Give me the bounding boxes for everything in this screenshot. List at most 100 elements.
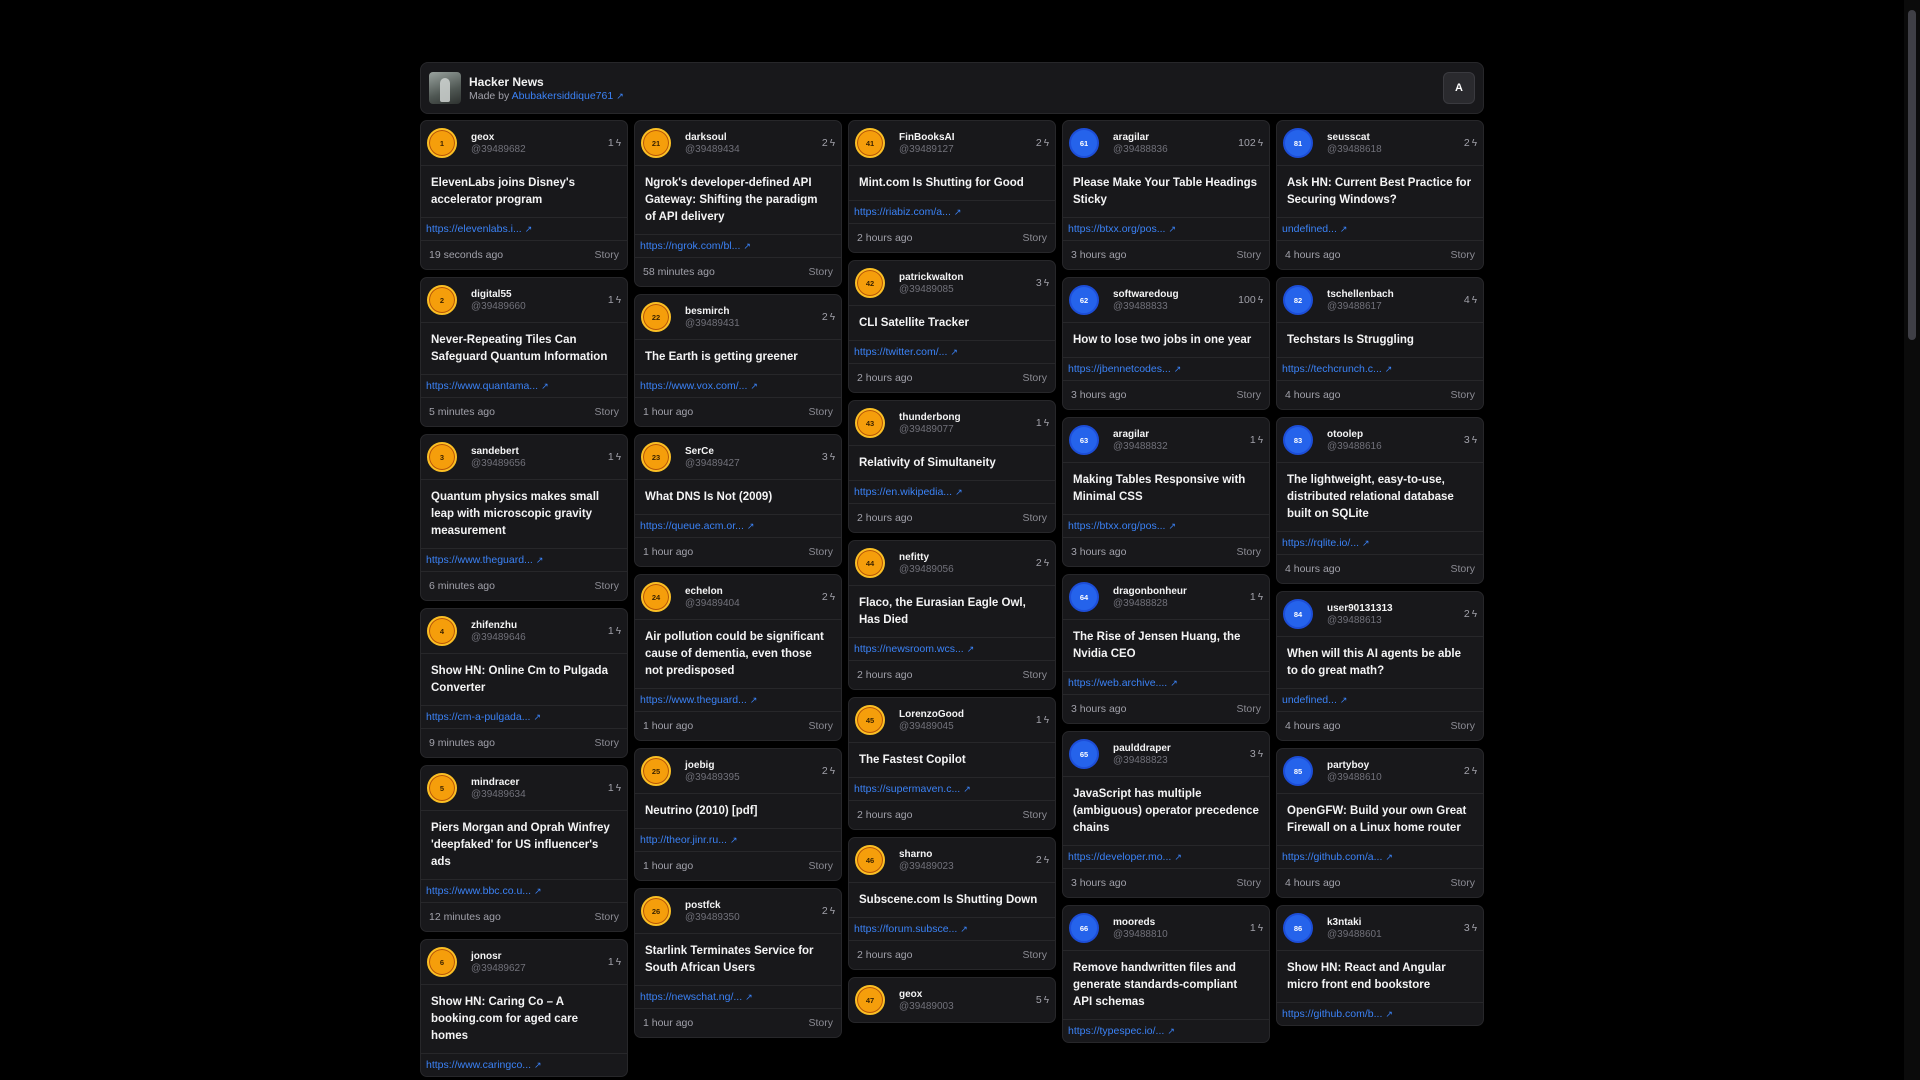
story-link-text[interactable]: https://queue.acm.or... xyxy=(640,520,744,532)
author-name[interactable]: joebig xyxy=(685,760,822,771)
story-link-text[interactable]: https://forum.subsce... xyxy=(854,923,957,935)
story-card[interactable]: 84 user90131313 @39488613 2 ϟ When will this … xyxy=(1276,591,1484,741)
story-card[interactable]: 65 paulddraper @39488823 3 ϟ JavaScript has m… xyxy=(1062,731,1270,898)
story-link[interactable]: https://ngrok.com/bl... ↗ xyxy=(635,234,841,257)
story-title[interactable]: The Earth is getting greener xyxy=(635,339,841,374)
story-card[interactable]: 86 k3ntaki @39488601 3 ϟ Show HN: React and A… xyxy=(1276,905,1484,1026)
author-name[interactable]: sandebert xyxy=(471,446,608,457)
story-title[interactable]: Making Tables Responsive with Minimal CS… xyxy=(1063,462,1269,514)
story-title[interactable]: When will this AI agents be able to do g… xyxy=(1277,636,1483,688)
story-title[interactable]: The lightweight, easy-to-use, distribute… xyxy=(1277,462,1483,531)
author-link[interactable]: Abubakersiddique761 xyxy=(512,90,614,102)
story-title[interactable]: Techstars Is Struggling xyxy=(1277,322,1483,357)
story-link-text[interactable]: https://btxx.org/pos... xyxy=(1068,223,1165,235)
author-name[interactable]: nefitty xyxy=(899,552,1036,563)
story-link[interactable]: https://www.quantama... ↗ xyxy=(421,374,627,397)
story-card[interactable]: 44 nefitty @39489056 2 ϟ Flaco, the Eurasian … xyxy=(848,540,1056,690)
author-name[interactable]: LorenzoGood xyxy=(899,709,1036,720)
story-link[interactable]: https://github.com/a... ↗ xyxy=(1277,845,1483,868)
story-link[interactable]: https://cm-a-pulgada... ↗ xyxy=(421,705,627,728)
story-link-text[interactable]: https://github.com/a... xyxy=(1282,851,1382,863)
author-name[interactable]: aragilar xyxy=(1113,132,1238,143)
story-link-text[interactable]: https://newschat.ng/... xyxy=(640,991,742,1003)
story-link-text[interactable]: https://typespec.io/... xyxy=(1068,1025,1164,1037)
story-link[interactable]: https://en.wikipedia... ↗ xyxy=(849,480,1055,503)
story-link[interactable]: undefined... ↗ xyxy=(1277,217,1483,240)
story-link[interactable]: https://www.caringco... ↗ xyxy=(421,1053,627,1076)
author-name[interactable]: zhifenzhu xyxy=(471,620,608,631)
author-name[interactable]: echelon xyxy=(685,586,822,597)
author-name[interactable]: geox xyxy=(899,989,1036,1000)
story-card[interactable]: 4 zhifenzhu @39489646 1 ϟ Show HN: Online Cm … xyxy=(420,608,628,758)
story-title[interactable]: Air pollution could be significant cause… xyxy=(635,619,841,688)
story-link-text[interactable]: https://www.bbc.co.u... xyxy=(426,885,531,897)
story-link-text[interactable]: https://btxx.org/pos... xyxy=(1068,520,1165,532)
story-title[interactable]: Show HN: Caring Co – A booking.com for a… xyxy=(421,984,627,1053)
story-card[interactable]: 64 dragonbonheur @39488828 1 ϟ The Rise of Je… xyxy=(1062,574,1270,724)
story-link-text[interactable]: https://www.quantama... xyxy=(426,380,538,392)
story-link[interactable]: https://www.theguard... ↗ xyxy=(421,548,627,571)
story-link-text[interactable]: http://theor.jinr.ru... xyxy=(640,834,727,846)
story-link-text[interactable]: https://rqlite.io/... xyxy=(1282,537,1359,549)
story-title[interactable]: ElevenLabs joins Disney's accelerator pr… xyxy=(421,165,627,217)
story-link[interactable]: https://web.archive.... ↗ xyxy=(1063,671,1269,694)
story-link-text[interactable]: undefined... xyxy=(1282,223,1337,235)
story-title[interactable]: How to lose two jobs in one year xyxy=(1063,322,1269,357)
story-title[interactable]: The Fastest Copilot xyxy=(849,742,1055,777)
author-name[interactable]: SerCe xyxy=(685,446,822,457)
story-card[interactable]: 5 mindracer @39489634 1 ϟ Piers Morgan and Op… xyxy=(420,765,628,932)
story-link[interactable]: http://theor.jinr.ru... ↗ xyxy=(635,828,841,851)
author-name[interactable]: darksoul xyxy=(685,132,822,143)
author-name[interactable]: digital55 xyxy=(471,289,608,300)
story-card[interactable]: 21 darksoul @39489434 2 ϟ Ngrok's developer-d… xyxy=(634,120,842,287)
story-card[interactable]: 82 tschellenbach @39488617 4 ϟ Techstars Is S… xyxy=(1276,277,1484,410)
story-card[interactable]: 6 jonosr @39489627 1 ϟ Show HN: Caring Co – A… xyxy=(420,939,628,1077)
story-link[interactable]: https://www.theguard... ↗ xyxy=(635,688,841,711)
story-card[interactable]: 3 sandebert @39489656 1 ϟ Quantum physics mak… xyxy=(420,434,628,601)
author-name[interactable]: dragonbonheur xyxy=(1113,586,1250,597)
author-name[interactable]: FinBooksAI xyxy=(899,132,1036,143)
story-link-text[interactable]: https://twitter.com/... xyxy=(854,346,947,358)
story-link-text[interactable]: https://www.vox.com/... xyxy=(640,380,747,392)
story-link[interactable]: undefined... ↗ xyxy=(1277,688,1483,711)
story-title[interactable]: Neutrino (2010) [pdf] xyxy=(635,793,841,828)
story-title[interactable]: Please Make Your Table Headings Sticky xyxy=(1063,165,1269,217)
author-name[interactable]: seusscat xyxy=(1327,132,1464,143)
scrollbar-thumb[interactable] xyxy=(1908,10,1916,340)
story-link-text[interactable]: https://elevenlabs.i... xyxy=(426,223,522,235)
story-link-text[interactable]: https://ngrok.com/bl... xyxy=(640,240,740,252)
story-link-text[interactable]: https://supermaven.c... xyxy=(854,783,960,795)
story-card[interactable]: 22 besmirch @39489431 2 ϟ The Earth is gettin… xyxy=(634,294,842,427)
story-link[interactable]: https://supermaven.c... ↗ xyxy=(849,777,1055,800)
author-name[interactable]: besmirch xyxy=(685,306,822,317)
story-link[interactable]: https://developer.mo... ↗ xyxy=(1063,845,1269,868)
author-name[interactable]: mindracer xyxy=(471,777,608,788)
story-link[interactable]: https://queue.acm.or... ↗ xyxy=(635,514,841,537)
author-name[interactable]: user90131313 xyxy=(1327,603,1464,614)
story-link-text[interactable]: https://www.theguard... xyxy=(426,554,533,566)
page-scrollbar[interactable] xyxy=(1904,0,1920,1080)
story-title[interactable]: Subscene.com Is Shutting Down xyxy=(849,882,1055,917)
story-link-text[interactable]: https://github.com/b... xyxy=(1282,1008,1382,1020)
story-link[interactable]: https://jbennetcodes... ↗ xyxy=(1063,357,1269,380)
story-title[interactable]: JavaScript has multiple (ambiguous) oper… xyxy=(1063,776,1269,845)
story-title[interactable]: The Rise of Jensen Huang, the Nvidia CEO xyxy=(1063,619,1269,671)
story-card[interactable]: 47 geox @39489003 5 ϟ xyxy=(848,977,1056,1023)
story-card[interactable]: 85 partyboy @39488610 2 ϟ OpenGFW: Build your… xyxy=(1276,748,1484,898)
story-title[interactable]: Never-Repeating Tiles Can Safeguard Quan… xyxy=(421,322,627,374)
story-card[interactable]: 26 postfck @39489350 2 ϟ Starlink Terminates … xyxy=(634,888,842,1038)
story-link-text[interactable]: undefined... xyxy=(1282,694,1337,706)
author-name[interactable]: patrickwalton xyxy=(899,272,1036,283)
story-title[interactable]: OpenGFW: Build your own Great Firewall o… xyxy=(1277,793,1483,845)
story-title[interactable]: Show HN: Online Cm to Pulgada Converter xyxy=(421,653,627,705)
story-link[interactable]: https://elevenlabs.i... ↗ xyxy=(421,217,627,240)
story-card[interactable]: 81 seusscat @39488618 2 ϟ Ask HN: Current Bes… xyxy=(1276,120,1484,270)
author-name[interactable]: geox xyxy=(471,132,608,143)
story-link[interactable]: https://www.vox.com/... ↗ xyxy=(635,374,841,397)
author-name[interactable]: jonosr xyxy=(471,951,608,962)
story-title[interactable]: Ask HN: Current Best Practice for Securi… xyxy=(1277,165,1483,217)
user-avatar-button[interactable]: A xyxy=(1443,72,1475,104)
story-title[interactable]: Mint.com Is Shutting for Good xyxy=(849,165,1055,200)
story-card[interactable]: 61 aragilar @39488836 102 ϟ Please Make Your … xyxy=(1062,120,1270,270)
author-name[interactable]: softwaredoug xyxy=(1113,289,1238,300)
